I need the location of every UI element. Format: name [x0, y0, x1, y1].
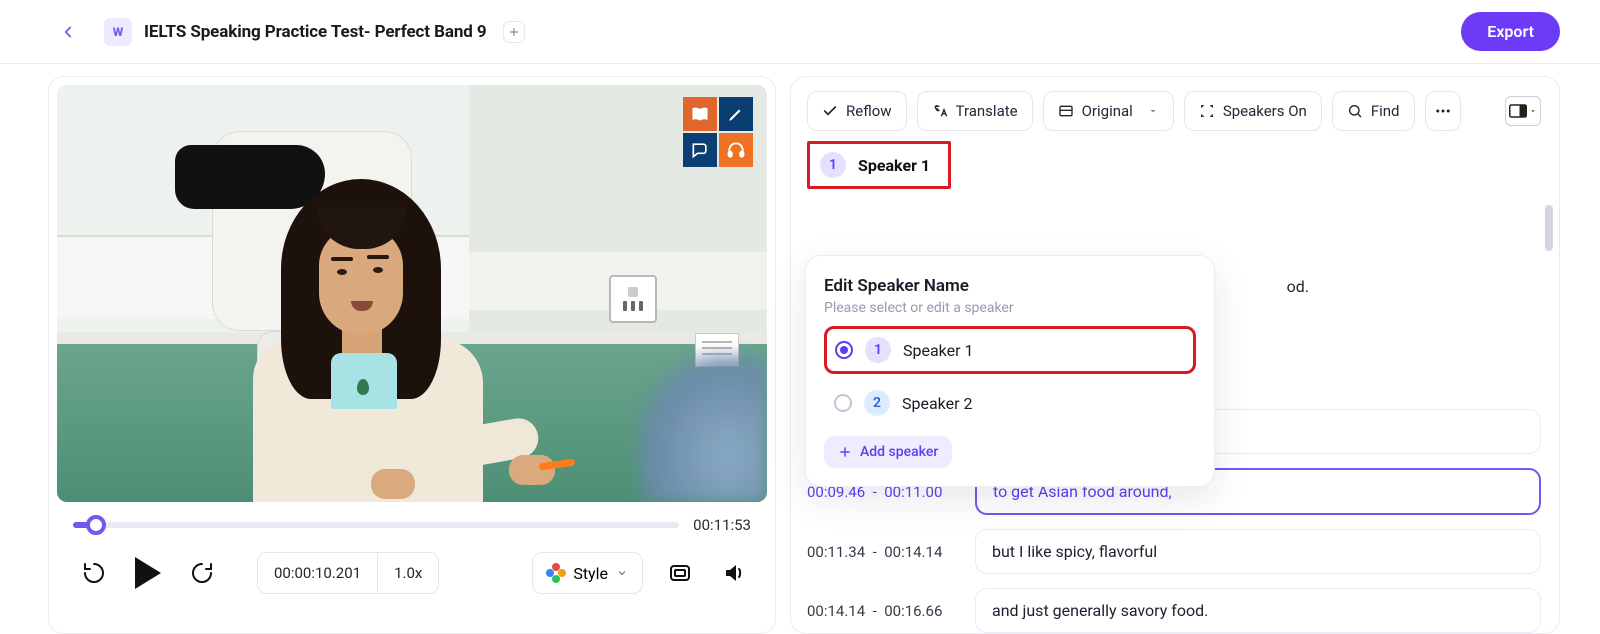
speed-value[interactable]: 1.0x [378, 564, 438, 582]
reflow-button[interactable]: Reflow [807, 91, 907, 131]
more-button[interactable] [1425, 91, 1461, 131]
app-header: W IELTS Speaking Practice Test- Perfect … [0, 0, 1600, 64]
rewind-icon [82, 561, 106, 585]
original-dropdown[interactable]: Original [1043, 91, 1174, 131]
timeline: 00:11:53 [57, 502, 767, 538]
forward-button[interactable] [185, 556, 219, 590]
video-panel: 00:11:53 00:00:10.201 1.0x Style [48, 76, 776, 634]
more-icon [1434, 102, 1452, 120]
player-controls: 00:00:10.201 1.0x Style [57, 538, 767, 594]
overlay-badges [683, 97, 753, 167]
style-label: Style [573, 564, 608, 583]
check-icon [822, 103, 838, 119]
translate-icon [932, 103, 948, 119]
play-button[interactable] [135, 557, 161, 589]
edit-speaker-popover: Edit Speaker Name Please select or edit … [805, 255, 1215, 487]
original-label: Original [1082, 102, 1133, 120]
main-area: 00:11:53 00:00:10.201 1.0x Style Reflow [0, 64, 1600, 634]
speaker-number-badge: 1 [865, 337, 891, 363]
transcript-toolbar: Reflow Translate Original Speakers On Fi… [807, 91, 1541, 131]
timestamp: 00:14.14 - 00:16.66 [807, 602, 957, 620]
timestamp: 00:11.34 - 00:14.14 [807, 543, 957, 561]
fullscreen-button[interactable] [663, 556, 697, 590]
radio-selected-icon [835, 341, 853, 359]
transcript-row[interactable]: 00:14.14 - 00:16.66 and just generally s… [807, 588, 1541, 633]
speaker-option-1[interactable]: 1 Speaker 1 [824, 326, 1196, 374]
style-button[interactable]: Style [532, 552, 643, 594]
headphones-icon [719, 133, 753, 167]
speaker-number-badge: 1 [820, 152, 846, 178]
speakers-toggle[interactable]: Speakers On [1184, 91, 1322, 131]
seek-thumb[interactable] [86, 515, 106, 535]
caret-down-icon [1147, 105, 1159, 117]
reflow-label: Reflow [846, 102, 892, 120]
add-speaker-button[interactable]: Add speaker [824, 436, 952, 468]
transcript-text[interactable]: and just generally savory food. [975, 588, 1541, 633]
speakers-label: Speakers On [1223, 102, 1307, 120]
speaker-option-2[interactable]: 2 Speaker 2 [824, 380, 1196, 426]
speaker-name: Speaker 1 [858, 156, 930, 175]
duration-label: 00:11:53 [693, 516, 751, 534]
fullscreen-icon [668, 561, 692, 585]
chevron-down-icon [616, 567, 628, 579]
timecode-value[interactable]: 00:00:10.201 [258, 564, 377, 582]
scan-icon [1199, 103, 1215, 119]
style-icon [547, 564, 565, 582]
chat-icon [683, 133, 717, 167]
caret-down-icon [1529, 107, 1537, 115]
speaker-option-label: Speaker 2 [902, 394, 973, 413]
page-title: IELTS Speaking Practice Test- Perfect Ba… [144, 22, 487, 42]
transcript-row[interactable]: 00:11.34 - 00:14.14 but I like spicy, fl… [807, 529, 1541, 574]
translate-label: Translate [956, 102, 1018, 120]
radio-unselected-icon [834, 394, 852, 412]
rewind-button[interactable] [77, 556, 111, 590]
scrollbar-thumb[interactable] [1545, 205, 1553, 251]
volume-button[interactable] [717, 556, 751, 590]
add-tab-button[interactable] [503, 21, 525, 43]
search-icon [1347, 103, 1363, 119]
export-button[interactable]: Export [1461, 12, 1560, 51]
speaker-number-badge: 2 [864, 390, 890, 416]
volume-icon [722, 561, 746, 585]
book-icon [683, 97, 717, 131]
speaker-chip[interactable]: 1 Speaker 1 [807, 141, 951, 189]
pen-icon [719, 97, 753, 131]
panel-icon [1509, 104, 1527, 118]
speaker-option-label: Speaker 1 [903, 341, 974, 360]
timecode-box: 00:00:10.201 1.0x [257, 552, 439, 594]
transcript-text[interactable]: but I like spicy, flavorful [975, 529, 1541, 574]
translate-button[interactable]: Translate [917, 91, 1033, 131]
find-button[interactable]: Find [1332, 91, 1415, 131]
transcript-panel: Reflow Translate Original Speakers On Fi… [790, 76, 1560, 634]
forward-icon [190, 561, 214, 585]
plus-icon [508, 26, 520, 38]
chevron-left-icon [59, 23, 77, 41]
layout-icon [1058, 103, 1074, 119]
document-icon: W [104, 18, 132, 46]
clipped-text-fragment: od. [1287, 277, 1309, 296]
popover-title: Edit Speaker Name [824, 276, 1196, 296]
video-preview[interactable] [57, 85, 767, 502]
view-toggle[interactable] [1505, 96, 1541, 126]
seek-track[interactable] [73, 522, 679, 528]
add-speaker-label: Add speaker [860, 444, 938, 460]
back-button[interactable] [56, 20, 80, 44]
popover-subtitle: Please select or edit a speaker [824, 300, 1196, 316]
find-label: Find [1371, 102, 1400, 120]
plus-icon [838, 445, 852, 459]
